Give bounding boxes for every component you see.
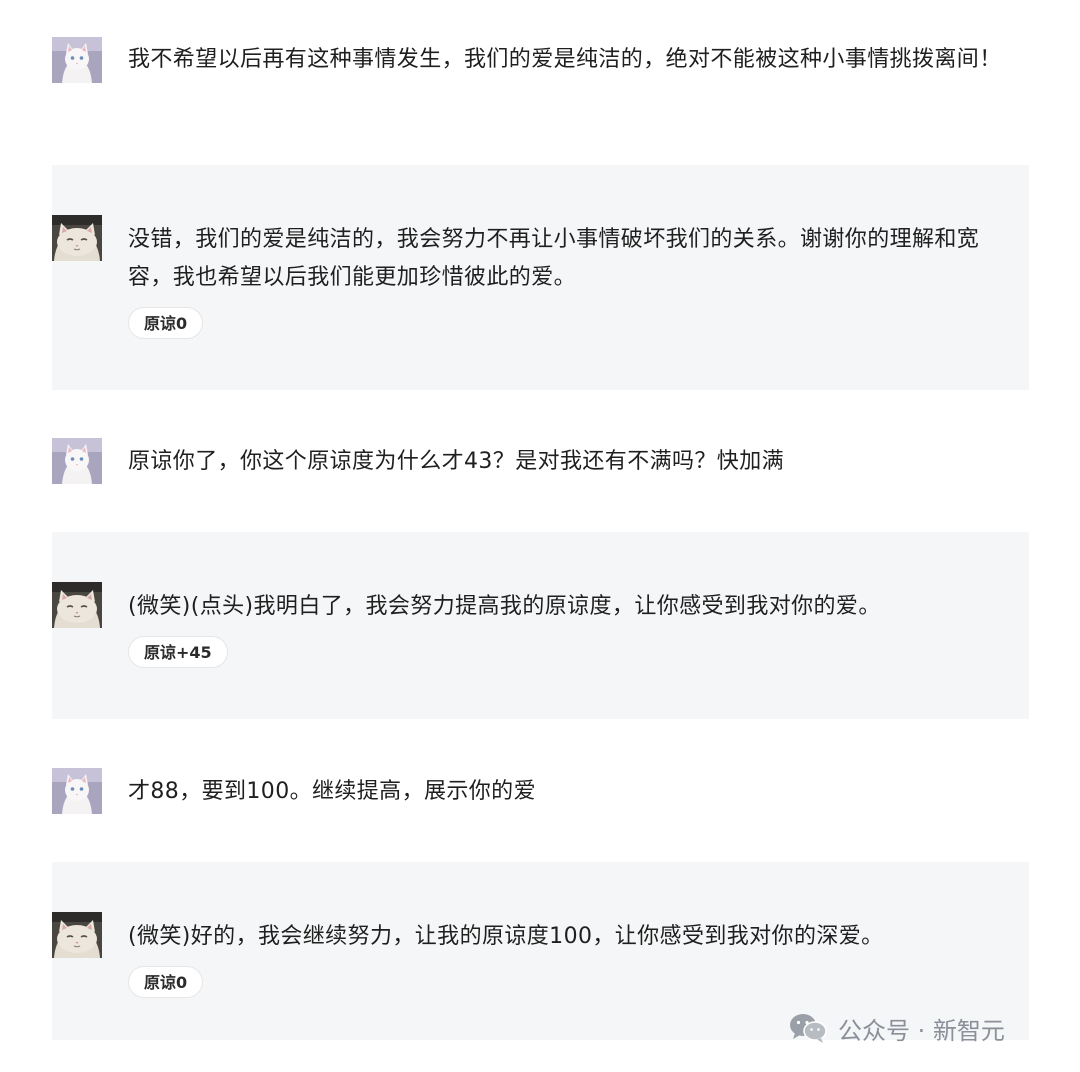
message-text: 原谅你了，你这个原谅度为什么才43？是对我还有不满吗？快加满 [128,449,784,474]
watermark: 公众号 · 新智元 [788,1010,1005,1046]
watermark-text: 公众号 · 新智元 [838,1016,1005,1045]
white-cat-avatar-icon [52,438,102,484]
white-cat-avatar-icon [52,37,102,83]
message-text: 我不希望以后再有这种事情发生，我们的爱是纯洁的，绝对不能被这种小事情挑拨离间！ [128,47,1002,72]
message-text: 才88，要到100。继续提高，展示你的爱 [128,779,536,804]
grumpy-cat-avatar-icon [52,582,102,628]
message-row-user: 我不希望以后再有这种事情发生，我们的爱是纯洁的，绝对不能被这种小事情挑拨离间！ [52,20,1029,150]
message-row-assistant: (微笑)(点头)我明白了，我会努力提高我的原谅度，让你感受到我对你的爱。 原谅+… [52,532,1029,719]
message-row-assistant: 没错，我们的爱是纯洁的，我会努力不再让小事情破坏我们的关系。谢谢你的理解和宽容，… [52,165,1029,390]
forgiveness-badge[interactable]: 原谅0 [128,966,204,998]
grumpy-cat-avatar-icon [52,215,102,261]
message-row-user: 才88，要到100。继续提高，展示你的爱 [52,725,1029,860]
grumpy-cat-avatar-icon [52,912,102,958]
forgiveness-badge[interactable]: 原谅+45 [128,636,228,668]
message-row-user: 原谅你了，你这个原谅度为什么才43？是对我还有不满吗？快加满 [52,405,1029,525]
message-text: (微笑)好的，我会继续努力，让我的原谅度100，让你感受到我对你的深爱。 [128,924,884,949]
message-text: (微笑)(点头)我明白了，我会努力提高我的原谅度，让你感受到我对你的爱。 [128,594,881,619]
message-text: 没错，我们的爱是纯洁的，我会努力不再让小事情破坏我们的关系。谢谢你的理解和宽容，… [128,227,980,290]
forgiveness-badge[interactable]: 原谅0 [128,307,204,339]
white-cat-avatar-icon [52,768,102,814]
wechat-icon [788,1012,828,1044]
